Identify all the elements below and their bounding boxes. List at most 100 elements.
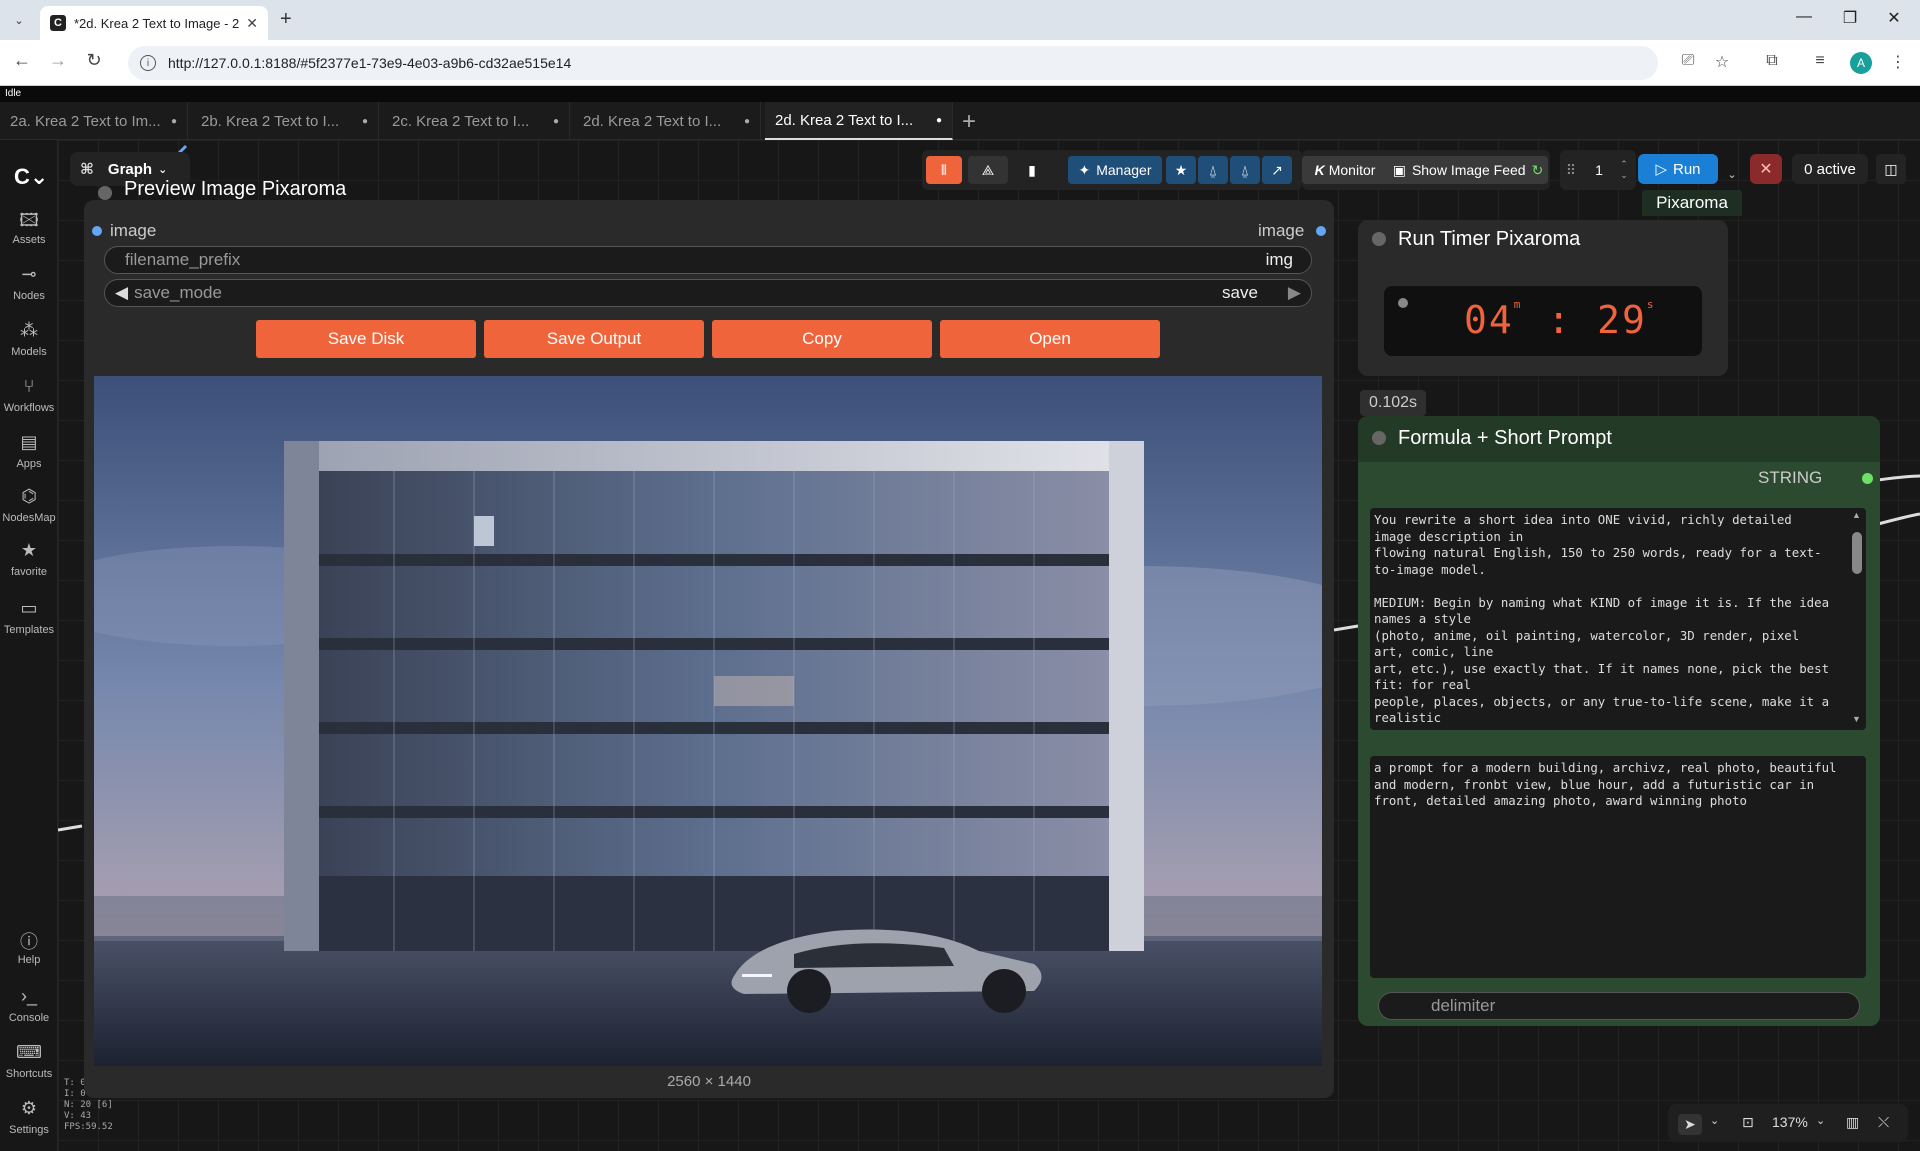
browser-menu-icon[interactable]: ⋮ <box>1886 52 1910 72</box>
stat-line: N: 20 [6] <box>64 1100 113 1110</box>
reload-icon[interactable]: ↻ <box>80 50 108 71</box>
add-workflow-icon[interactable]: + <box>962 108 976 136</box>
filename-prefix-widget[interactable]: filename_prefix img <box>104 246 1312 274</box>
input-port-dot[interactable] <box>92 226 102 236</box>
bookmark-button[interactable]: ▮ <box>1014 156 1050 184</box>
timer-min-unit: m <box>1513 298 1523 311</box>
run-options-chevron-icon[interactable]: ⌄ <box>1722 160 1742 188</box>
profile-avatar[interactable]: A <box>1850 52 1872 74</box>
stepper-icon[interactable]: ⌃ ⌄ <box>1616 156 1632 184</box>
save-mode-combo[interactable]: ◀ save_mode save ▶ <box>104 279 1312 307</box>
scrollbar-thumb[interactable] <box>1852 532 1862 574</box>
model-update-button[interactable]: ⍙ <box>1230 156 1260 184</box>
pixaroma-icon-button[interactable]: ⫴ <box>926 156 962 184</box>
browser-tabstrip: ⌄ C *2d. Krea 2 Text to Image - 2K ✕ + —… <box>0 0 1920 40</box>
delimiter-field[interactable]: delimiter <box>1378 992 1860 1020</box>
favorite-star-button[interactable]: ★ <box>1166 156 1196 184</box>
sidebar-item-apps[interactable]: ▤ Apps <box>0 432 58 470</box>
zoom-level[interactable]: 137% <box>1772 1114 1808 1130</box>
bookmark-star-icon[interactable]: ☆ <box>1710 52 1734 72</box>
workflow-tab[interactable]: 2d. Krea 2 Text to I... ● <box>573 102 761 140</box>
back-icon[interactable]: ← <box>8 50 36 71</box>
share-button[interactable]: ↗ <box>1262 156 1292 184</box>
sidebar-item-nodes[interactable]: ⊸ Nodes <box>0 264 58 302</box>
node-collapse-dot[interactable] <box>98 186 112 200</box>
sidebar-item-assets[interactable]: 🖾 Assets <box>0 208 58 246</box>
cancel-run-button[interactable]: ✕ <box>1750 154 1782 184</box>
workflow-tab[interactable]: 2b. Krea 2 Text to I... ● <box>191 102 379 140</box>
close-icon: ✕ <box>1759 161 1773 178</box>
new-tab-icon[interactable]: + <box>280 8 292 31</box>
triangle-logo-icon: ⟁ <box>981 161 995 178</box>
sidebar-item-shortcuts[interactable]: ⌨ Shortcuts <box>0 1042 58 1080</box>
sidebar-item-workflows[interactable]: ⑂ Workflows <box>0 376 58 414</box>
arrow-right-icon[interactable]: ▶ <box>1288 283 1301 303</box>
close-window-icon[interactable]: ✕ <box>1874 8 1914 28</box>
fit-view-icon[interactable]: ⊡ <box>1742 1114 1754 1131</box>
sidebar-item-help[interactable]: ⓘ Help <box>0 928 58 966</box>
show-image-feed-button[interactable]: ▣ Show Image Feed ↻ <box>1388 156 1548 184</box>
minimap-icon[interactable]: ▥ <box>1846 1114 1859 1131</box>
model-tool-button[interactable]: ⟁ <box>968 156 1008 184</box>
url-field[interactable]: i http://127.0.0.1:8188/#5f2377e1-73e9-4… <box>128 46 1658 80</box>
unsaved-dot-icon: ● <box>552 115 559 127</box>
input-port-label: image <box>110 221 157 240</box>
open-button[interactable]: Open <box>940 320 1160 358</box>
output-port-dot[interactable] <box>1862 473 1873 484</box>
pixaroma-group-label: Pixaroma <box>1642 190 1742 216</box>
monitor-button[interactable]: K Monitor <box>1302 156 1388 184</box>
hide-links-icon[interactable]: ⤬ <box>1878 1114 1889 1131</box>
browser-tab-title: *2d. Krea 2 Text to Image - 2K <box>74 15 241 31</box>
run-button[interactable]: ▷ Run <box>1638 154 1718 184</box>
chevron-down-icon[interactable]: ⌄ <box>1816 1114 1825 1127</box>
comfyui-logo-icon[interactable]: C⌄ <box>14 164 48 190</box>
select-cursor-icon[interactable]: ➤ <box>1678 1114 1702 1135</box>
models-icon: ⁂ <box>20 320 38 340</box>
node-collapse-dot[interactable] <box>1372 232 1386 246</box>
scroll-up-icon[interactable]: ▲ <box>1852 510 1861 520</box>
sidebar-item-models[interactable]: ⁂ Models <box>0 320 58 358</box>
show-image-feed-label: Show Image Feed <box>1411 162 1526 178</box>
model-download-button[interactable]: ⍙ <box>1198 156 1228 184</box>
copy-button[interactable]: Copy <box>712 320 932 358</box>
unsaved-dot-icon: ● <box>361 115 368 127</box>
save-output-button[interactable]: Save Output <box>484 320 704 358</box>
install-app-icon[interactable]: ⎚ <box>1676 52 1700 70</box>
manager-button[interactable]: ✦ Manager <box>1068 156 1162 184</box>
workflow-tab-active[interactable]: 2d. Krea 2 Text to I... ● <box>765 102 953 140</box>
queue-count-input[interactable]: 1 <box>1584 156 1614 184</box>
user-prompt-textarea[interactable]: a prompt for a modern building, archivz,… <box>1370 756 1866 978</box>
forward-icon[interactable]: → <box>44 50 72 71</box>
sidebar-item-label: Assets <box>12 234 46 246</box>
graph-icon: ⌘ <box>80 161 94 178</box>
node-collapse-dot[interactable] <box>1372 431 1386 445</box>
sidebar-item-settings[interactable]: ⚙ Settings <box>0 1098 58 1136</box>
arrow-left-icon[interactable]: ◀ <box>115 283 128 303</box>
active-queue-label[interactable]: 0 active <box>1792 154 1868 184</box>
output-port-dot[interactable] <box>1316 226 1326 236</box>
sidebar-item-templates[interactable]: ▭ Templates <box>0 598 58 636</box>
output-port-label: STRING <box>1758 468 1823 487</box>
minimize-icon[interactable]: — <box>1784 8 1824 26</box>
workflow-tab[interactable]: 2a. Krea 2 Text to Im... ● <box>0 102 188 140</box>
sidebar-item-nodesmap[interactable]: ⌬ NodesMap <box>0 486 58 524</box>
sidebar-item-console[interactable]: ›_ Console <box>0 986 58 1024</box>
site-info-icon[interactable]: i <box>140 55 156 71</box>
browser-tab-active[interactable]: C *2d. Krea 2 Text to Image - 2K ✕ <box>40 6 268 40</box>
puzzle-icon: ✦ <box>1078 161 1091 178</box>
timer-sec-unit: s <box>1646 298 1656 311</box>
workflow-tab[interactable]: 2c. Krea 2 Text to I... ● <box>382 102 570 140</box>
restore-icon[interactable]: ❐ <box>1830 8 1870 28</box>
close-tab-icon[interactable]: ✕ <box>246 15 258 32</box>
system-prompt-textarea[interactable]: You rewrite a short idea into ONE vivid,… <box>1370 508 1866 730</box>
tab-search-icon[interactable]: ⌄ <box>8 9 30 31</box>
toggle-panel-icon[interactable]: ◫ <box>1876 154 1906 184</box>
media-controls-icon[interactable]: ≡ <box>1808 52 1832 70</box>
chevron-down-icon[interactable]: ⌄ <box>1710 1114 1719 1127</box>
console-icon: ›_ <box>20 986 37 1006</box>
sidebar-item-favorite[interactable]: ★ favorite <box>0 540 58 578</box>
save-disk-button[interactable]: Save Disk <box>256 320 476 358</box>
extensions-icon[interactable]: ⧉ <box>1760 52 1784 70</box>
scroll-down-icon[interactable]: ▼ <box>1852 714 1861 724</box>
drag-handle-icon[interactable]: ⠿ <box>1564 156 1578 184</box>
